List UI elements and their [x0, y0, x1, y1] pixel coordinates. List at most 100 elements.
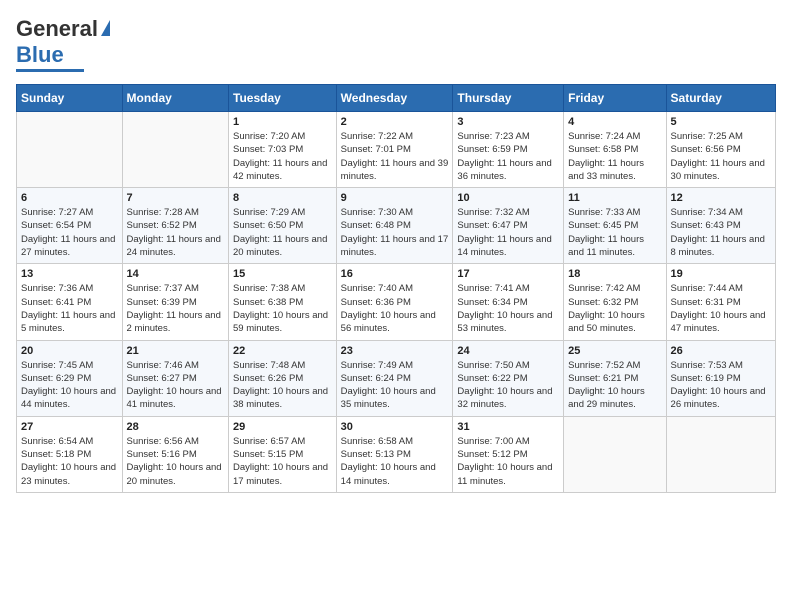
calendar-cell: 19Sunrise: 7:44 AM Sunset: 6:31 PM Dayli… — [666, 264, 775, 340]
day-info: Sunrise: 7:32 AM Sunset: 6:47 PM Dayligh… — [457, 206, 559, 259]
calendar-cell: 15 Sunrise: 7:38 AM Sunset: 6:38 PM Dayli… — [229, 264, 337, 340]
calendar-cell: 17Sunrise: 7:41 AM Sunset: 6:34 PM Dayli… — [453, 264, 564, 340]
day-number: 30 — [341, 421, 449, 433]
calendar-cell: 8 Sunrise: 7:29 AM Sunset: 6:50 PM Daylig… — [229, 188, 337, 264]
day-info: Sunrise: 7:42 AM Sunset: 6:32 PM Dayligh… — [568, 282, 661, 335]
day-number: 10 — [457, 192, 559, 204]
calendar-cell: 13 Sunrise: 7:36 AM Sunset: 6:41 PM Dayli… — [17, 264, 123, 340]
calendar-cell: 5 Sunrise: 7:25 AM Sunset: 6:56 PM Daylig… — [666, 112, 775, 188]
day-number: 16 — [341, 268, 449, 280]
calendar-week-row: 13 Sunrise: 7:36 AM Sunset: 6:41 PM Dayli… — [17, 264, 776, 340]
calendar-cell: 27Sunrise: 6:54 AM Sunset: 5:18 PM Dayli… — [17, 416, 123, 492]
col-header-saturday: Saturday — [666, 85, 775, 112]
calendar-cell: 6 Sunrise: 7:27 AM Sunset: 6:54 PM Daylig… — [17, 188, 123, 264]
day-info: Sunrise: 7:36 AM Sunset: 6:41 PM Dayligh… — [21, 282, 118, 335]
day-info: Sunrise: 6:56 AM Sunset: 5:16 PM Dayligh… — [127, 435, 224, 488]
day-number: 28 — [127, 421, 224, 433]
calendar-cell: 7Sunrise: 7:28 AM Sunset: 6:52 PM Daylig… — [122, 188, 228, 264]
day-info: Sunrise: 7:22 AM Sunset: 7:01 PM Dayligh… — [341, 130, 449, 183]
calendar-cell: 26 Sunrise: 7:53 AM Sunset: 6:19 PM Dayli… — [666, 340, 775, 416]
day-number: 25 — [568, 345, 661, 357]
calendar-cell: 23 Sunrise: 7:49 AM Sunset: 6:24 PM Dayli… — [336, 340, 453, 416]
day-number: 2 — [341, 116, 449, 128]
day-number: 11 — [568, 192, 661, 204]
day-number: 20 — [21, 345, 118, 357]
day-info: Sunrise: 7:37 AM Sunset: 6:39 PM Dayligh… — [127, 282, 224, 335]
col-header-sunday: Sunday — [17, 85, 123, 112]
day-info: Sunrise: 7:49 AM Sunset: 6:24 PM Dayligh… — [341, 359, 449, 412]
day-info: Sunrise: 7:44 AM Sunset: 6:31 PM Dayligh… — [671, 282, 771, 335]
day-number: 24 — [457, 345, 559, 357]
day-info: Sunrise: 7:41 AM Sunset: 6:34 PM Dayligh… — [457, 282, 559, 335]
day-info: Sunrise: 7:50 AM Sunset: 6:22 PM Dayligh… — [457, 359, 559, 412]
day-info: Sunrise: 7:45 AM Sunset: 6:29 PM Dayligh… — [21, 359, 118, 412]
calendar-cell: 10 Sunrise: 7:32 AM Sunset: 6:47 PM Dayli… — [453, 188, 564, 264]
logo-triangle-icon — [101, 20, 110, 36]
calendar-cell: 21Sunrise: 7:46 AM Sunset: 6:27 PM Dayli… — [122, 340, 228, 416]
calendar-cell: 16 Sunrise: 7:40 AM Sunset: 6:36 PM Dayli… — [336, 264, 453, 340]
calendar-week-row: 6 Sunrise: 7:27 AM Sunset: 6:54 PM Daylig… — [17, 188, 776, 264]
calendar-cell: 29 Sunrise: 6:57 AM Sunset: 5:15 PM Dayli… — [229, 416, 337, 492]
day-number: 13 — [21, 268, 118, 280]
day-number: 23 — [341, 345, 449, 357]
day-number: 3 — [457, 116, 559, 128]
day-info: Sunrise: 7:53 AM Sunset: 6:19 PM Dayligh… — [671, 359, 771, 412]
day-info: Sunrise: 7:27 AM Sunset: 6:54 PM Dayligh… — [21, 206, 118, 259]
calendar-cell: 3 Sunrise: 7:23 AM Sunset: 6:59 PM Daylig… — [453, 112, 564, 188]
calendar-cell: 28 Sunrise: 6:56 AM Sunset: 5:16 PM Dayli… — [122, 416, 228, 492]
calendar-cell: 11 Sunrise: 7:33 AM Sunset: 6:45 PM Dayli… — [564, 188, 666, 264]
day-info: Sunrise: 7:00 AM Sunset: 5:12 PM Dayligh… — [457, 435, 559, 488]
calendar-cell — [666, 416, 775, 492]
day-number: 15 — [233, 268, 332, 280]
day-info: Sunrise: 7:29 AM Sunset: 6:50 PM Dayligh… — [233, 206, 332, 259]
day-info: Sunrise: 7:24 AM Sunset: 6:58 PM Dayligh… — [568, 130, 661, 183]
calendar-cell: 24 Sunrise: 7:50 AM Sunset: 6:22 PM Dayli… — [453, 340, 564, 416]
day-info: Sunrise: 7:20 AM Sunset: 7:03 PM Dayligh… — [233, 130, 332, 183]
day-number: 9 — [341, 192, 449, 204]
calendar-cell — [564, 416, 666, 492]
day-info: Sunrise: 7:48 AM Sunset: 6:26 PM Dayligh… — [233, 359, 332, 412]
day-number: 5 — [671, 116, 771, 128]
calendar-cell: 12 Sunrise: 7:34 AM Sunset: 6:43 PM Dayli… — [666, 188, 775, 264]
calendar-cell: 20 Sunrise: 7:45 AM Sunset: 6:29 PM Dayli… — [17, 340, 123, 416]
calendar-cell: 1 Sunrise: 7:20 AM Sunset: 7:03 PM Daylig… — [229, 112, 337, 188]
day-info: Sunrise: 7:34 AM Sunset: 6:43 PM Dayligh… — [671, 206, 771, 259]
page-header: General Blue — [16, 16, 776, 72]
calendar-cell: 30 Sunrise: 6:58 AM Sunset: 5:13 PM Dayli… — [336, 416, 453, 492]
calendar-cell: 22 Sunrise: 7:48 AM Sunset: 6:26 PM Dayli… — [229, 340, 337, 416]
calendar-cell: 2 Sunrise: 7:22 AM Sunset: 7:01 PM Daylig… — [336, 112, 453, 188]
day-number: 18 — [568, 268, 661, 280]
calendar-week-row: 27Sunrise: 6:54 AM Sunset: 5:18 PM Dayli… — [17, 416, 776, 492]
col-header-wednesday: Wednesday — [336, 85, 453, 112]
day-info: Sunrise: 7:30 AM Sunset: 6:48 PM Dayligh… — [341, 206, 449, 259]
day-number: 29 — [233, 421, 332, 433]
day-info: Sunrise: 6:58 AM Sunset: 5:13 PM Dayligh… — [341, 435, 449, 488]
calendar-cell: 31 Sunrise: 7:00 AM Sunset: 5:12 PM Dayli… — [453, 416, 564, 492]
calendar-cell — [122, 112, 228, 188]
day-number: 8 — [233, 192, 332, 204]
col-header-tuesday: Tuesday — [229, 85, 337, 112]
day-info: Sunrise: 7:33 AM Sunset: 6:45 PM Dayligh… — [568, 206, 661, 259]
day-number: 31 — [457, 421, 559, 433]
calendar-cell: 4 Sunrise: 7:24 AM Sunset: 6:58 PM Daylig… — [564, 112, 666, 188]
day-info: Sunrise: 7:52 AM Sunset: 6:21 PM Dayligh… — [568, 359, 661, 412]
day-info: Sunrise: 7:40 AM Sunset: 6:36 PM Dayligh… — [341, 282, 449, 335]
calendar-week-row: 1 Sunrise: 7:20 AM Sunset: 7:03 PM Daylig… — [17, 112, 776, 188]
day-info: Sunrise: 6:57 AM Sunset: 5:15 PM Dayligh… — [233, 435, 332, 488]
logo-underline — [16, 69, 84, 72]
day-info: Sunrise: 6:54 AM Sunset: 5:18 PM Dayligh… — [21, 435, 118, 488]
day-number: 12 — [671, 192, 771, 204]
day-number: 22 — [233, 345, 332, 357]
day-number: 26 — [671, 345, 771, 357]
day-info: Sunrise: 7:25 AM Sunset: 6:56 PM Dayligh… — [671, 130, 771, 183]
day-info: Sunrise: 7:38 AM Sunset: 6:38 PM Dayligh… — [233, 282, 332, 335]
day-number: 6 — [21, 192, 118, 204]
day-number: 7 — [127, 192, 224, 204]
day-number: 4 — [568, 116, 661, 128]
day-info: Sunrise: 7:23 AM Sunset: 6:59 PM Dayligh… — [457, 130, 559, 183]
day-number: 14 — [127, 268, 224, 280]
day-number: 21 — [127, 345, 224, 357]
day-number: 1 — [233, 116, 332, 128]
calendar-cell: 9 Sunrise: 7:30 AM Sunset: 6:48 PM Daylig… — [336, 188, 453, 264]
logo: General Blue — [16, 16, 110, 72]
